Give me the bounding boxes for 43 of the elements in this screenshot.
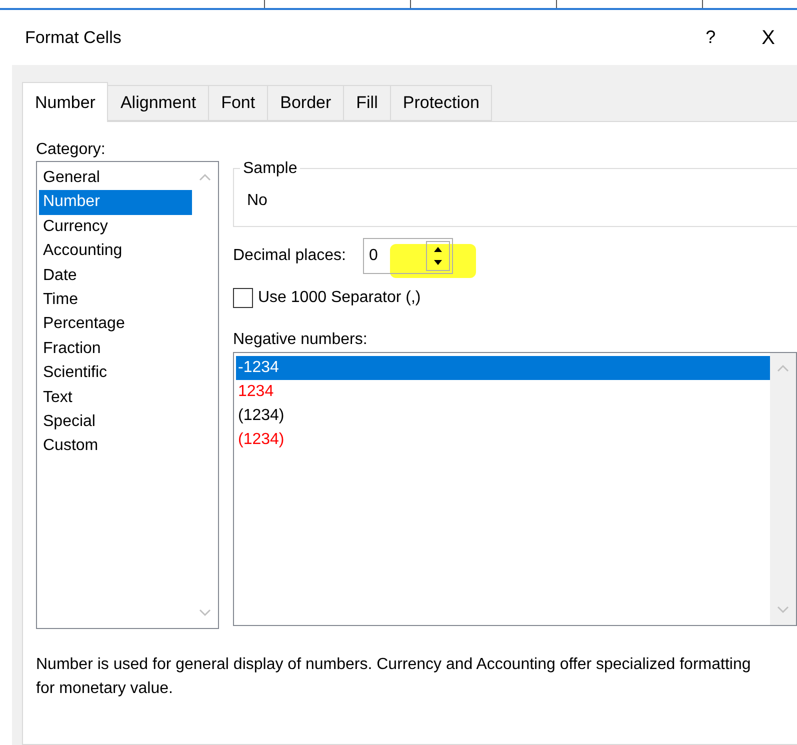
description-text: Number is used for general display of numbers. Currency and Accounting offer specialized formatting for monetary value.	[36, 655, 752, 699]
category-item[interactable]: Date	[39, 264, 192, 288]
scroll-down-icon[interactable]	[776, 605, 790, 615]
decimal-places-label: Decimal places:	[233, 246, 347, 266]
spinner-value: 0	[368, 246, 379, 266]
negative-number-format: -1234	[238, 359, 279, 376]
checkbox-label: Use 1000 Separator (,)	[258, 288, 421, 308]
category-item[interactable]: Currency	[39, 214, 192, 240]
category-item[interactable]: Accounting	[39, 239, 192, 264]
sample-value: No	[247, 192, 268, 209]
category-item[interactable]: Fraction	[39, 336, 192, 362]
checkbox[interactable]	[233, 288, 253, 308]
category-label: Category:	[36, 140, 106, 160]
category-item[interactable]: Time	[39, 288, 192, 312]
scroll-up-icon[interactable]	[776, 363, 790, 373]
close-button[interactable]: X	[758, 22, 779, 52]
negative-number-format: (1234)	[238, 407, 284, 424]
tab[interactable]: Number	[22, 82, 108, 122]
tab[interactable]: Font	[209, 85, 268, 121]
tab[interactable]: Protection	[390, 85, 492, 121]
tab[interactable]: Border	[268, 85, 344, 121]
scroll-up-icon[interactable]	[198, 172, 212, 182]
help-button[interactable]: ?	[702, 24, 720, 51]
category-item[interactable]: Text	[39, 386, 192, 410]
scroll-down-icon[interactable]	[198, 608, 212, 618]
category-item[interactable]: Scientific	[39, 361, 192, 386]
scrollbar[interactable]	[770, 353, 796, 625]
negative-number-format: 1234	[238, 383, 274, 400]
tab[interactable]: Alignment	[108, 85, 210, 121]
negative-numbers-label: Negative numbers:	[233, 330, 368, 350]
negative-number-row[interactable]: 1234	[236, 380, 770, 404]
negative-number-row[interactable]: (1234)	[236, 404, 770, 428]
tab[interactable]: Fill	[344, 85, 391, 121]
negative-number-row[interactable]: (1234)	[236, 428, 770, 452]
category-item[interactable]: Custom	[39, 434, 192, 459]
negative-number-format: (1234)	[238, 431, 284, 448]
category-item[interactable]: Special	[39, 410, 192, 434]
category-item[interactable]: Percentage	[39, 312, 192, 337]
decimal-places-spinner[interactable]: 0	[363, 238, 453, 274]
negative-number-row[interactable]: -1234	[236, 356, 770, 380]
category-item[interactable]: General	[39, 166, 192, 190]
window-title: Format Cells	[25, 26, 122, 49]
category-item[interactable]: Number	[39, 190, 192, 215]
